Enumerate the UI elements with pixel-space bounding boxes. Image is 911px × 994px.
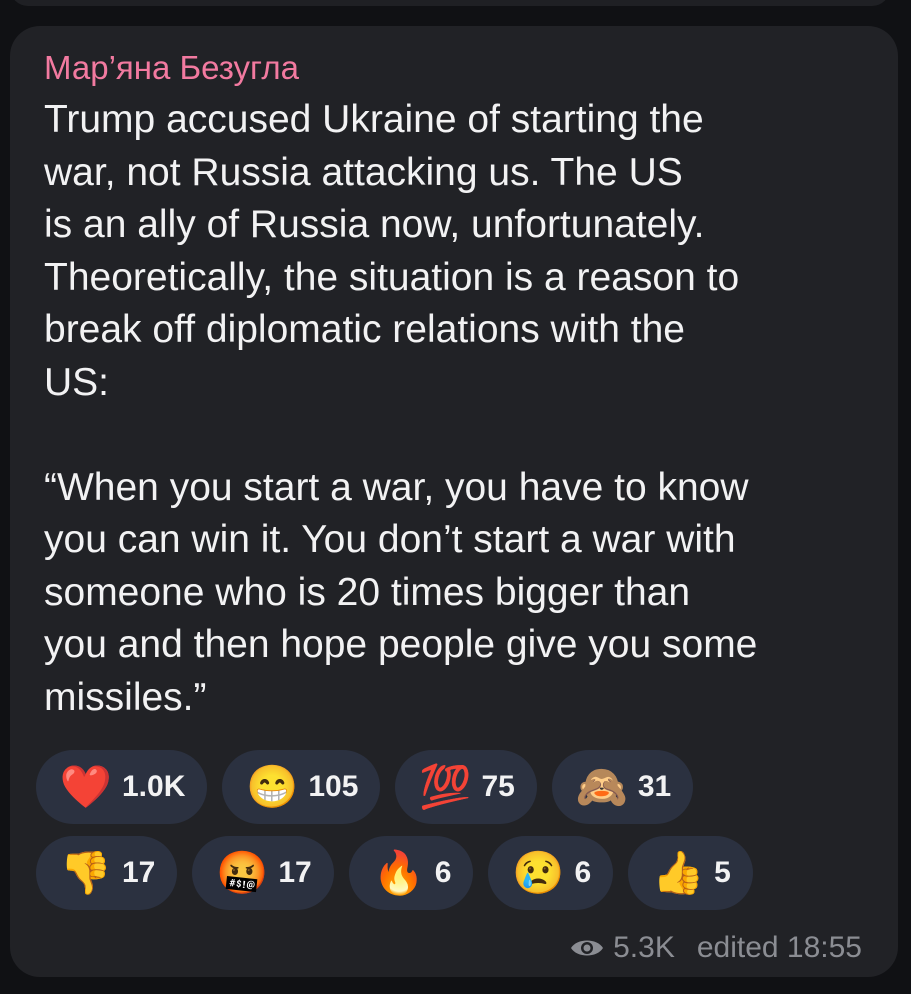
thumbs-up-icon: 👍 — [651, 849, 705, 896]
see-no-evil-monkey-icon: 🙈 — [575, 763, 628, 810]
message-bubble[interactable]: Мар’яна Безугла Trump accused Ukraine of… — [10, 26, 898, 977]
crying-face-icon: 😢 — [512, 849, 565, 896]
reaction-count: 5 — [714, 856, 731, 889]
reactions-row-1: ❤️ 1.0K 😁 105 💯 75 🙈 31 — [36, 750, 876, 824]
eye-icon — [571, 940, 604, 956]
reaction-crying-button[interactable]: 😢 6 — [488, 836, 614, 910]
reaction-monkey-button[interactable]: 🙈 31 — [551, 750, 694, 824]
message-text: Trump accused Ukraine of starting the wa… — [44, 98, 758, 719]
red-heart-icon: ❤️ — [59, 763, 113, 810]
face-with-symbols-icon: 🤬 — [216, 849, 269, 896]
hundred-points-icon: 💯 — [419, 763, 472, 810]
view-count: 5.3K — [613, 931, 675, 964]
reaction-thumbs-up-button[interactable]: 👍 5 — [628, 836, 753, 910]
reaction-count: 17 — [122, 856, 156, 889]
grinning-face-icon: 😁 — [246, 763, 299, 810]
reaction-count: 1.0K — [122, 770, 186, 803]
fire-icon: 🔥 — [372, 849, 425, 896]
reaction-heart-button[interactable]: ❤️ 1.0K — [36, 750, 208, 824]
author-name[interactable]: Мар’яна Безугла — [44, 48, 872, 88]
reaction-hundred-button[interactable]: 💯 75 — [395, 750, 537, 824]
reaction-fire-button[interactable]: 🔥 6 — [348, 836, 474, 910]
previous-message-bubble — [10, 0, 890, 6]
message-meta: 5.3K edited 18:55 — [569, 931, 862, 965]
reaction-count: 31 — [637, 770, 672, 803]
reaction-count: 17 — [278, 856, 312, 889]
reaction-thumbs-down-button[interactable]: 👎 17 — [36, 836, 178, 910]
reaction-symbols-button[interactable]: 🤬 17 — [192, 836, 334, 910]
reactions-bar: ❤️ 1.0K 😁 105 💯 75 🙈 31 👎 17 🤬 17 🔥 6 😢 … — [36, 750, 876, 922]
reaction-count: 6 — [434, 856, 452, 889]
reaction-count: 105 — [308, 770, 359, 803]
reaction-grin-button[interactable]: 😁 105 — [222, 750, 381, 824]
reaction-count: 75 — [481, 770, 515, 803]
reactions-row-2: 👎 17 🤬 17 🔥 6 😢 6 👍 5 — [36, 836, 876, 910]
thumbs-down-icon: 👎 — [59, 849, 113, 896]
reaction-count: 6 — [574, 856, 592, 889]
edited-timestamp: edited 18:55 — [696, 931, 862, 964]
